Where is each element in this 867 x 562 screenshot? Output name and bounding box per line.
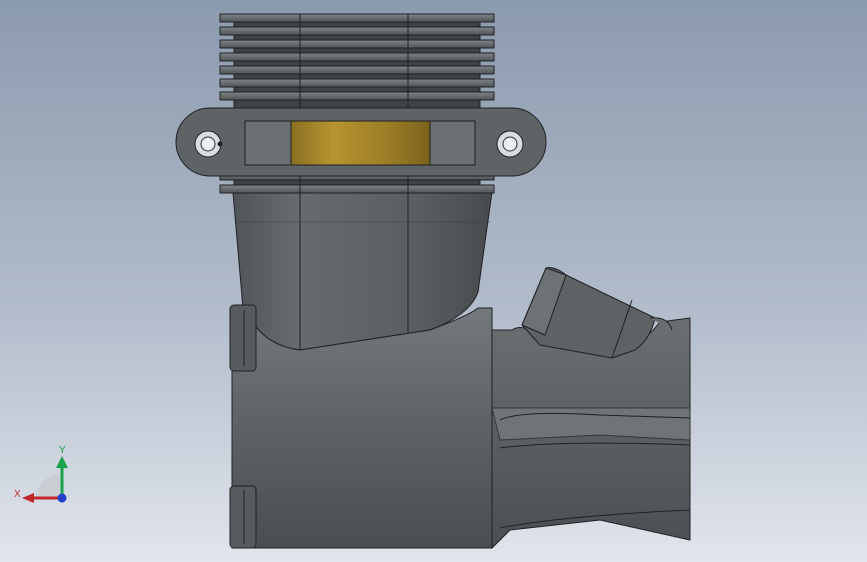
engine-model[interactable] (175, 13, 691, 549)
y-axis-arrow-icon (56, 456, 68, 468)
cad-viewport[interactable] (0, 0, 867, 562)
mounting-lug-top (229, 304, 257, 372)
crankcase-body (231, 307, 493, 549)
triad-quarter-disc (36, 474, 60, 498)
clamp-block-right (429, 120, 476, 166)
left-small-dot (217, 141, 223, 147)
x-axis-label: X (14, 489, 21, 500)
front-housing-lower-band (491, 407, 691, 441)
left-mounting-hole-inner (200, 136, 216, 152)
right-mounting-hole-inner (502, 136, 518, 152)
view-orientation-triad[interactable]: Y X (12, 440, 74, 508)
clamp-block-left (244, 120, 292, 166)
z-axis-dot-icon (57, 493, 67, 503)
x-axis-arrow-icon (22, 493, 34, 503)
brass-insert (290, 120, 431, 166)
mounting-lug-bottom (229, 485, 257, 549)
y-axis-label: Y (59, 445, 66, 456)
